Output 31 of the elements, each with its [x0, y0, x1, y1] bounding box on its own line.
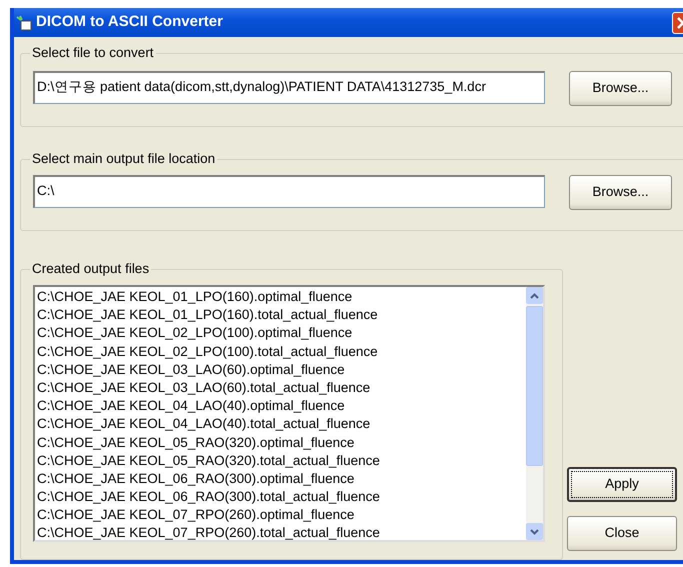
list-item[interactable]: C:\CHOE_JAE KEOL_02_LPO(100).total_actual_fluence	[37, 342, 524, 361]
list-item[interactable]: C:\CHOE_JAE KEOL_06_RAO(300).optimal_fluence	[37, 470, 524, 488]
chevron-up-icon	[530, 292, 539, 298]
window-title: DICOM to ASCII Converter	[36, 12, 223, 32]
browse-button[interactable]: Browse...	[569, 71, 672, 106]
list-item[interactable]: C:\CHOE_JAE KEOL_07_RPO(260).total_actual_fluence	[37, 524, 524, 540]
scroll-up-button[interactable]	[526, 287, 543, 304]
list-item[interactable]: C:\CHOE_JAE KEOL_02_LPO(100).optimal_fluence	[37, 324, 524, 343]
close-dialog-button[interactable]: Close	[567, 516, 677, 551]
scrollbar-thumb[interactable]	[526, 306, 543, 466]
app-icon	[16, 14, 32, 30]
group-label: Created output files	[31, 261, 150, 277]
list-item[interactable]: C:\CHOE_JAE KEOL_01_LPO(160).optimal_fluence	[37, 288, 524, 306]
browse-button[interactable]: Browse...	[569, 175, 672, 210]
list-item[interactable]: C:\CHOE_JAE KEOL_04_LAO(40).total_actual_fluence	[37, 415, 524, 434]
list-item[interactable]: C:\CHOE_JAE KEOL_06_RAO(300).total_actual_fluence	[37, 488, 524, 506]
output-location-field[interactable]: C:\	[33, 175, 545, 208]
file-path-field[interactable]: D:\연구용 patient data(dicom,stt,dynalog)\PATIENT DATA\41312735_M.dcr	[33, 71, 545, 104]
list-item[interactable]: C:\CHOE_JAE KEOL_07_RPO(260).optimal_fluence	[37, 506, 524, 524]
group-label: Select main output file location	[31, 151, 216, 167]
chevron-down-icon	[530, 528, 539, 534]
list-item[interactable]: C:\CHOE_JAE KEOL_03_LAO(60).total_actual_fluence	[37, 378, 524, 398]
apply-button[interactable]: Apply	[567, 467, 677, 502]
list-item[interactable]: C:\CHOE_JAE KEOL_05_RAO(320).total_actual_fluence	[37, 452, 524, 470]
output-files-list[interactable]	[33, 285, 545, 542]
list-item[interactable]: C:\CHOE_JAE KEOL_03_LAO(60).optimal_fluence	[37, 360, 524, 379]
list-item[interactable]: C:\CHOE_JAE KEOL_04_LAO(40).optimal_fluence	[37, 397, 524, 416]
list-item[interactable]: C:\CHOE_JAE KEOL_05_RAO(320).optimal_fluence	[37, 434, 524, 452]
scroll-down-button[interactable]	[526, 523, 543, 540]
group-label: Select file to convert	[31, 45, 155, 61]
list-item[interactable]: C:\CHOE_JAE KEOL_01_LPO(160).total_actual_fluence	[37, 306, 524, 324]
